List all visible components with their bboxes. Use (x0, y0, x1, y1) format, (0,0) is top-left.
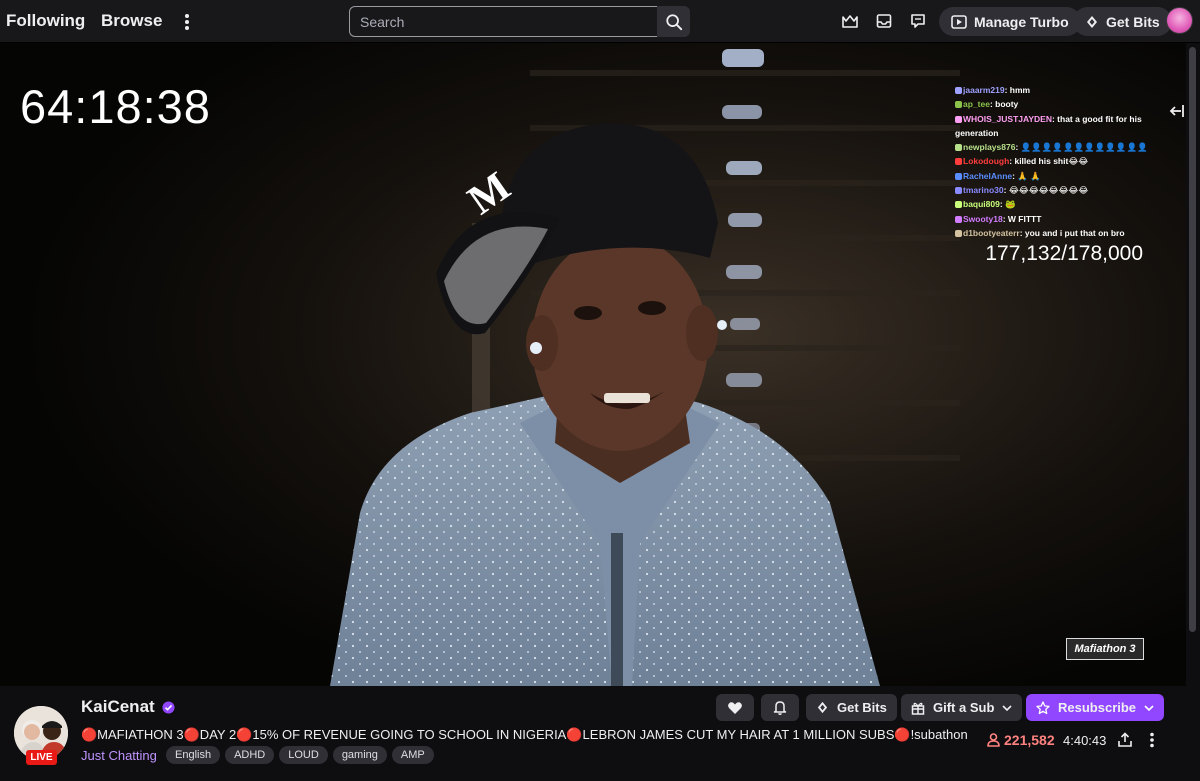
browse-link[interactable]: Browse (101, 11, 162, 31)
chat-message: newplays876: 👤👤👤👤👤👤👤👤👤👤👤👤 (955, 140, 1155, 154)
chat-badge-icon (955, 215, 962, 223)
get-bits-nav-button[interactable]: Get Bits (1073, 7, 1172, 36)
chat-message: Swooty18: W FITTT (955, 212, 1155, 226)
chat-message-text: you and i put that on bro (1024, 227, 1125, 238)
turbo-icon (951, 14, 967, 29)
collapse-chat-icon[interactable] (1169, 104, 1185, 123)
gift-sub-button[interactable]: Gift a Sub (901, 694, 1023, 721)
search-icon (665, 13, 682, 30)
share-icon[interactable] (1116, 731, 1134, 749)
get-bits-button[interactable]: Get Bits (806, 694, 897, 721)
search-bar (349, 6, 690, 37)
tag-list: English ADHD LOUD gaming AMP (166, 746, 434, 764)
inbox-icon[interactable] (874, 11, 894, 31)
chat-badge-icon (955, 158, 962, 166)
chat-username[interactable]: WHOIS_JUSTJAYDEN (963, 114, 1052, 124)
get-bits-nav-label: Get Bits (1106, 13, 1160, 30)
notifications-button[interactable] (761, 694, 799, 721)
chat-username[interactable]: Lokodough (963, 156, 1009, 166)
subathon-timer: 64:18:38 (20, 80, 211, 133)
chat-message-text: killed his shit😂😂 (1014, 156, 1089, 167)
more-menu-icon[interactable] (178, 12, 196, 32)
search-button[interactable] (657, 6, 690, 37)
chat-message-text: W FITTT (1007, 213, 1042, 224)
tag-pill[interactable]: ADHD (225, 746, 275, 764)
tag-pill[interactable]: English (166, 746, 221, 764)
tag-pill[interactable]: gaming (332, 746, 387, 764)
chat-message-text: 👤👤👤👤👤👤👤👤👤👤👤👤 (1020, 142, 1148, 153)
chat-username[interactable]: baqui809 (963, 199, 1000, 209)
viewer-icon (987, 733, 1000, 747)
category-link[interactable]: Just Chatting (81, 748, 157, 763)
chat-message: WHOIS_JUSTJAYDEN: that a good fit for hi… (955, 113, 1142, 138)
manage-turbo-label: Manage Turbo (974, 13, 1069, 30)
bits-icon (1087, 15, 1097, 28)
chevron-down-icon (1002, 704, 1012, 711)
chat-username[interactable]: newplays876 (963, 142, 1015, 152)
chat-badge-icon (955, 172, 962, 180)
stream-title: 🔴MAFIATHON 3🔴DAY 2🔴15% OF REVENUE GOING … (81, 727, 968, 742)
tag-pill[interactable]: AMP (391, 746, 434, 764)
page-scrollbar[interactable] (1186, 43, 1200, 686)
resubscribe-label: Resubscribe (1058, 700, 1137, 715)
chat-badge-icon (955, 87, 962, 94)
video-player[interactable]: M 64:18:38 jaaarm219: hmm ap_tee: booty WH… (0, 43, 1186, 686)
manage-turbo-button[interactable]: Manage Turbo (939, 7, 1081, 36)
scrollbar-thumb[interactable] (1189, 47, 1196, 632)
chat-overlay: jaaarm219: hmm ap_tee: booty WHOIS_JUSTJAY… (955, 83, 1155, 240)
resubscribe-button[interactable]: Resubscribe (1026, 694, 1165, 721)
sub-goal-counter: 177,132/178,000 (985, 242, 1143, 265)
chat-message-text: hmm (1009, 85, 1031, 95)
chat-message: baqui809: 🐸 (955, 197, 1155, 211)
tag-pill[interactable]: LOUD (279, 746, 328, 764)
chat-badge-icon (955, 101, 962, 109)
whispers-icon[interactable] (908, 11, 928, 31)
viewer-count: 221,582 (987, 732, 1055, 748)
chat-message-text: 😂😂😂😂😂😂😂😂 (1008, 185, 1089, 196)
chat-username[interactable]: tmarino30 (963, 185, 1004, 195)
chat-badge-icon (955, 201, 962, 209)
user-avatar[interactable] (1166, 7, 1193, 34)
chat-badge-icon (955, 229, 962, 237)
mafiathon-watermark: Mafiathon 3 (1066, 638, 1144, 660)
more-options-icon[interactable] (1143, 731, 1161, 749)
chat-username[interactable]: Swooty18 (963, 214, 1003, 224)
channel-name[interactable]: KaiCenat (81, 697, 175, 717)
stream-uptime: 4:40:43 (1063, 733, 1107, 748)
chat-message: Lokodough: killed his shit😂😂 (955, 154, 1155, 168)
gift-icon (911, 702, 925, 715)
heart-icon (728, 701, 742, 714)
chat-username[interactable]: ap_tee (963, 99, 990, 109)
chat-message-text: booty (995, 99, 1019, 110)
bell-icon (773, 701, 787, 715)
follow-button[interactable] (716, 694, 754, 721)
live-badge: LIVE (26, 750, 57, 765)
chat-username[interactable]: jaaarm219 (963, 85, 1005, 95)
following-link[interactable]: Following (6, 11, 85, 31)
chat-badge-icon (955, 187, 962, 195)
chat-username[interactable]: RachelAnne (963, 171, 1012, 181)
search-input[interactable] (349, 6, 657, 37)
chat-message: ap_tee: booty (955, 97, 1155, 111)
chat-message-text: 🙏 🙏 (1017, 170, 1041, 181)
chat-badge-icon (955, 115, 962, 123)
star-icon (1036, 700, 1050, 714)
chat-message: d1bootyeaterr: you and i put that on bro (955, 226, 1155, 240)
chevron-down-icon (1144, 704, 1154, 711)
chat-message-text: 🐸 (1005, 199, 1016, 210)
gift-sub-label: Gift a Sub (933, 700, 995, 715)
top-nav: Following Browse Manage Turbo Get Bits (0, 0, 1200, 43)
channel-name-text: KaiCenat (81, 697, 155, 716)
chat-message: tmarino30: 😂😂😂😂😂😂😂😂 (955, 183, 1155, 197)
verified-icon (162, 700, 175, 714)
chat-badge-icon (955, 144, 962, 152)
prime-crown-icon[interactable] (840, 11, 860, 31)
viewer-count-value: 221,582 (1004, 732, 1055, 748)
chat-message: jaaarm219: hmm (955, 83, 1155, 97)
chat-message: RachelAnne: 🙏 🙏 (955, 169, 1155, 183)
chat-username[interactable]: d1bootyeaterr (963, 228, 1020, 238)
bits-icon (817, 701, 828, 714)
get-bits-label: Get Bits (837, 700, 887, 715)
